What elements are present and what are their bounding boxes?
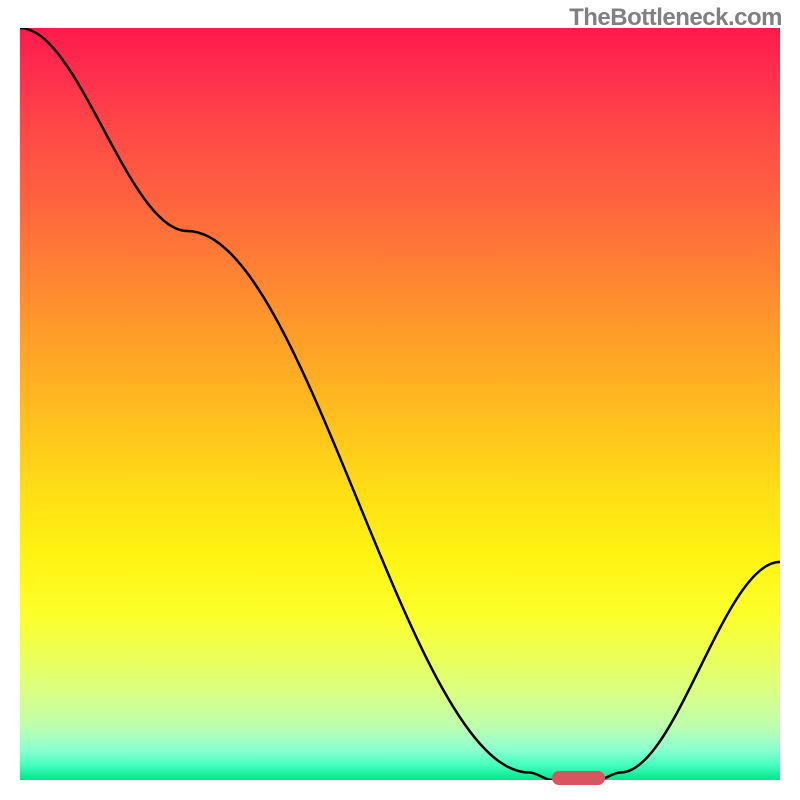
plot-area xyxy=(20,28,780,780)
optimal-marker xyxy=(552,771,605,785)
bottleneck-curve xyxy=(20,28,780,780)
